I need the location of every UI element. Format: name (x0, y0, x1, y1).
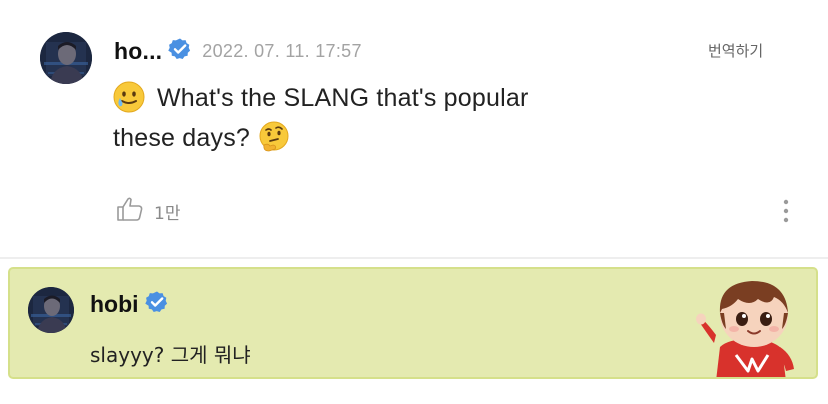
post-body: What's the SLANG that's popular these da… (113, 78, 633, 158)
author-name[interactable]: ho... (114, 38, 162, 65)
post-actions: 1만 (116, 196, 180, 227)
reply-text: slayyy? 그게 뭐냐 (90, 343, 251, 367)
more-options-button[interactable] (780, 198, 792, 224)
like-button[interactable]: 1만 (116, 196, 180, 227)
post-header: ho... 2022. 07. 11. 17:57 (114, 36, 362, 66)
reply-header: hobi (90, 289, 169, 319)
reply-author-avatar[interactable] (28, 287, 74, 333)
reply-author-name[interactable]: hobi (90, 291, 139, 318)
thumbs-up-icon (116, 196, 144, 227)
divider (0, 257, 828, 259)
sweat-smile-emoji-icon (113, 81, 145, 113)
waving-character-sticker (692, 273, 814, 377)
vertical-dots-icon (783, 199, 789, 223)
author-avatar[interactable] (40, 32, 92, 84)
verified-icon (168, 37, 192, 66)
page: ho... 2022. 07. 11. 17:57 번역하기 What's th… (0, 0, 828, 404)
post-date: 2022. 07. 11. 17:57 (202, 40, 362, 61)
verified-icon (144, 290, 169, 319)
artist-reply: hobi slayyy? 그게 뭐냐 (8, 267, 818, 379)
thinking-face-emoji-icon (258, 121, 290, 153)
like-count: 1만 (154, 204, 181, 224)
post: ho... 2022. 07. 11. 17:57 번역하기 What's th… (0, 0, 828, 258)
translate-button[interactable]: 번역하기 (708, 40, 763, 61)
post-text-line-2: these days? (113, 124, 251, 152)
post-text-line-1: What's the SLANG that's popular (157, 84, 529, 112)
